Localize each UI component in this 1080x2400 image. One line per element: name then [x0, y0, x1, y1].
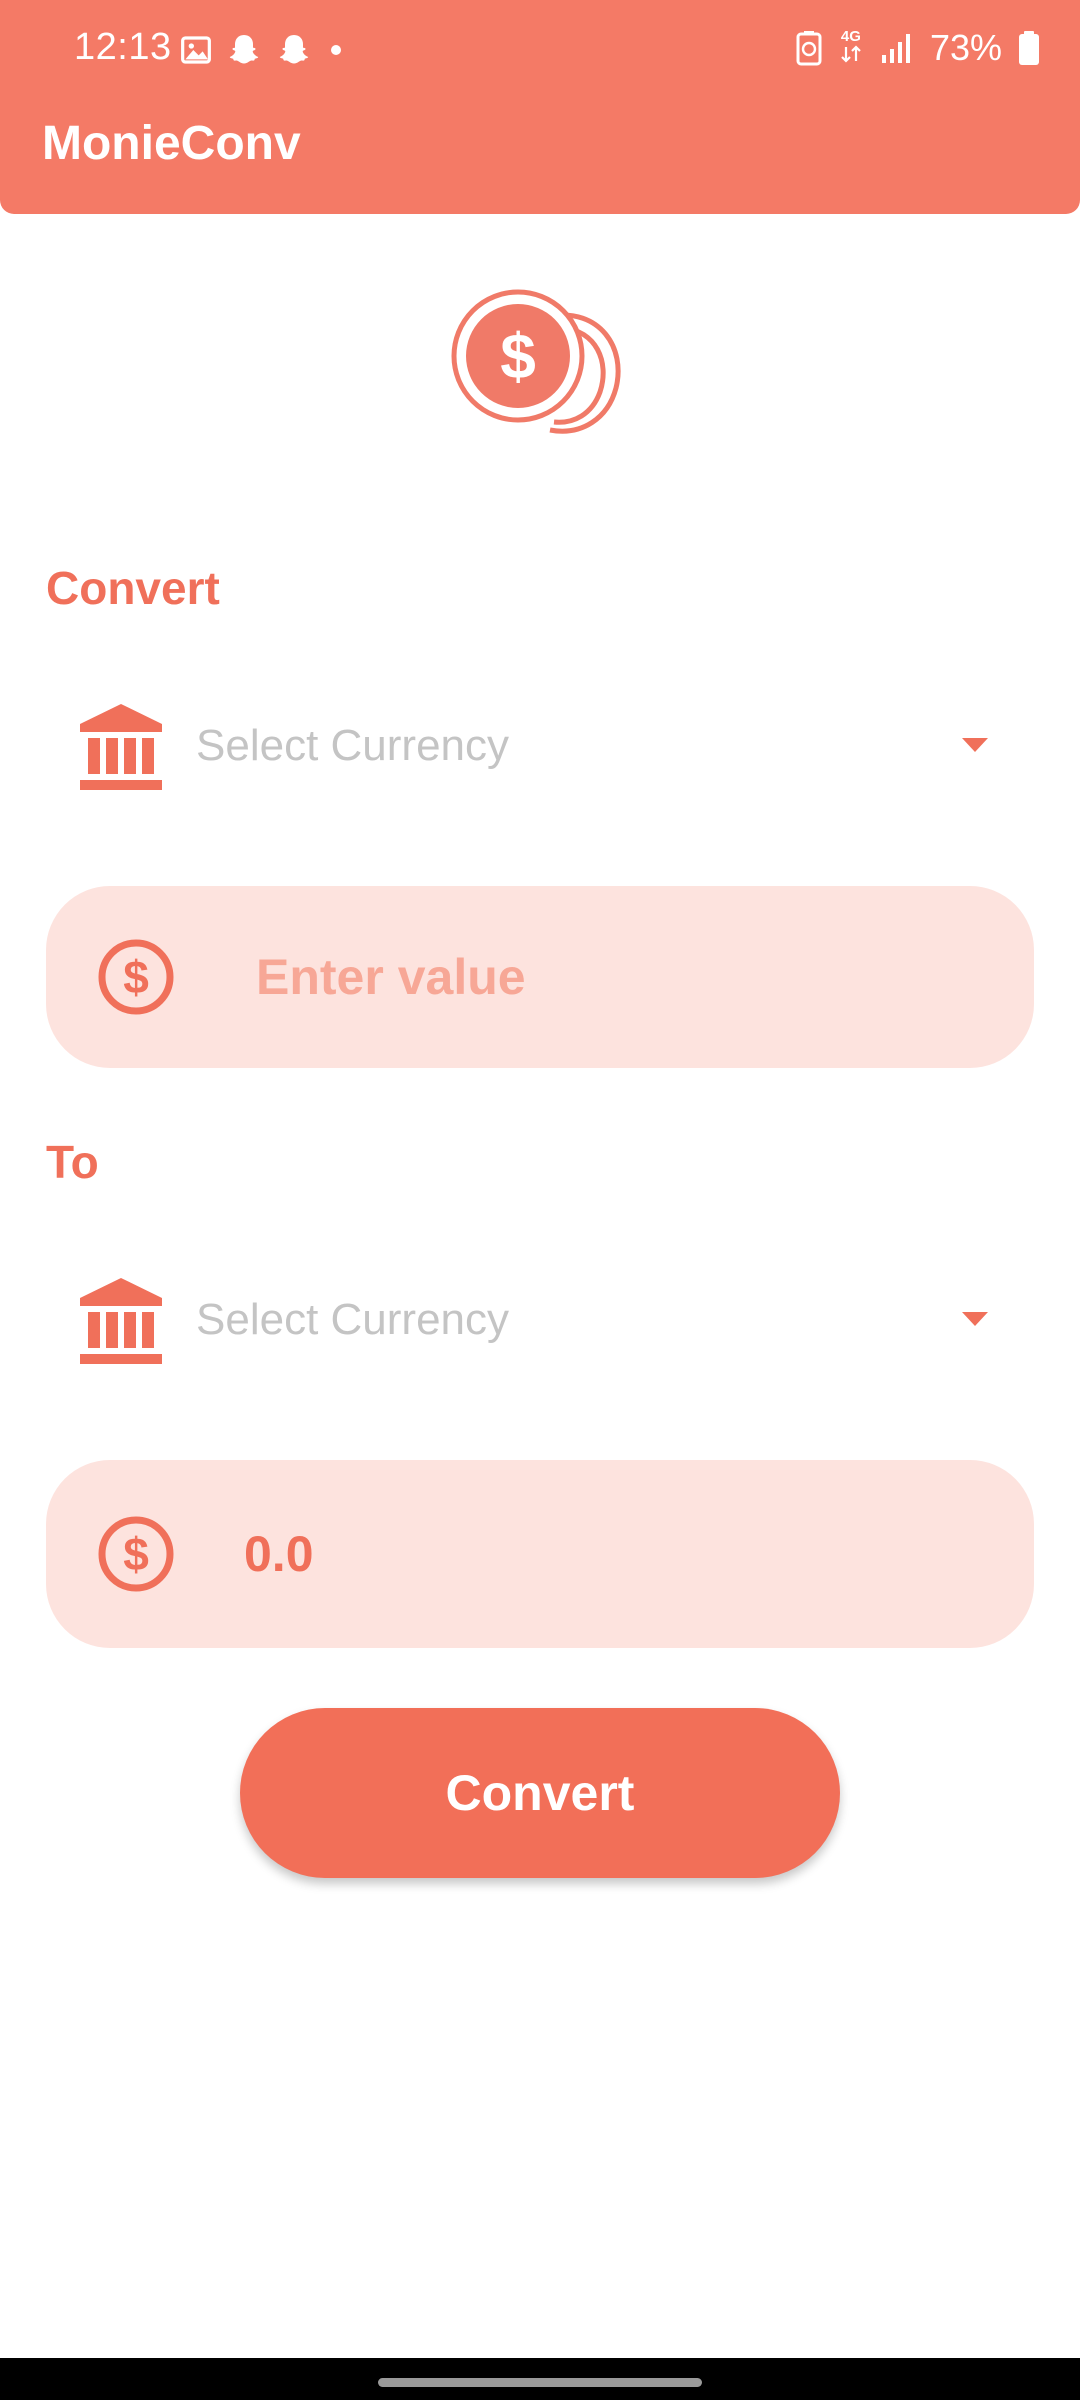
gallery-icon [181, 36, 211, 64]
from-label: Convert [46, 562, 220, 614]
signal-icon [881, 34, 910, 63]
to-currency-select[interactable]: Select Currency [46, 1254, 1034, 1384]
to-value-field[interactable]: $ 0.0 [46, 1460, 1034, 1648]
from-currency-placeholder: Select Currency [196, 721, 510, 770]
to-currency-placeholder: Select Currency [196, 1295, 510, 1344]
system-icons: 4G 73% [796, 26, 1040, 70]
bank-icon [80, 704, 162, 790]
navigation-bar [0, 2358, 1080, 2400]
svg-text:$: $ [123, 951, 149, 1003]
app-bar: 12:13 4G 73% MonieConv [0, 0, 1080, 214]
network-4g-icon: 4G [838, 27, 864, 68]
from-value-placeholder: Enter value [256, 949, 526, 1005]
dot-icon [331, 45, 341, 55]
bank-icon [80, 1278, 162, 1364]
dollar-circle-icon: $ [98, 1516, 174, 1592]
status-bar: 12:13 4G 73% [0, 0, 1080, 96]
battery-percent: 73% [929, 27, 1002, 68]
battery-saver-icon [796, 31, 822, 66]
dropdown-arrow-icon [962, 1312, 988, 1326]
svg-text:$: $ [123, 1528, 149, 1580]
network-type: 4G [840, 27, 861, 45]
to-label: To [46, 1136, 99, 1188]
battery-icon [1019, 31, 1039, 65]
snapchat-icon [229, 35, 259, 64]
from-currency-select[interactable]: Select Currency [46, 680, 1034, 810]
data-arrows-icon [841, 44, 861, 63]
dropdown-arrow-icon [962, 738, 988, 752]
coins-logo-icon: $ [451, 289, 621, 434]
dollar-circle-icon: $ [98, 939, 174, 1015]
from-value-field[interactable]: $ Enter value [46, 886, 1034, 1068]
to-value-result: 0.0 [244, 1526, 314, 1582]
home-gesture-handle[interactable] [378, 2378, 702, 2387]
status-time: 12:13 [74, 26, 172, 68]
convert-button[interactable]: Convert [240, 1708, 840, 1878]
svg-text:$: $ [500, 320, 536, 392]
app-title: MonieConv [42, 117, 301, 170]
notification-icons [180, 30, 346, 70]
snapchat-icon [279, 35, 309, 64]
